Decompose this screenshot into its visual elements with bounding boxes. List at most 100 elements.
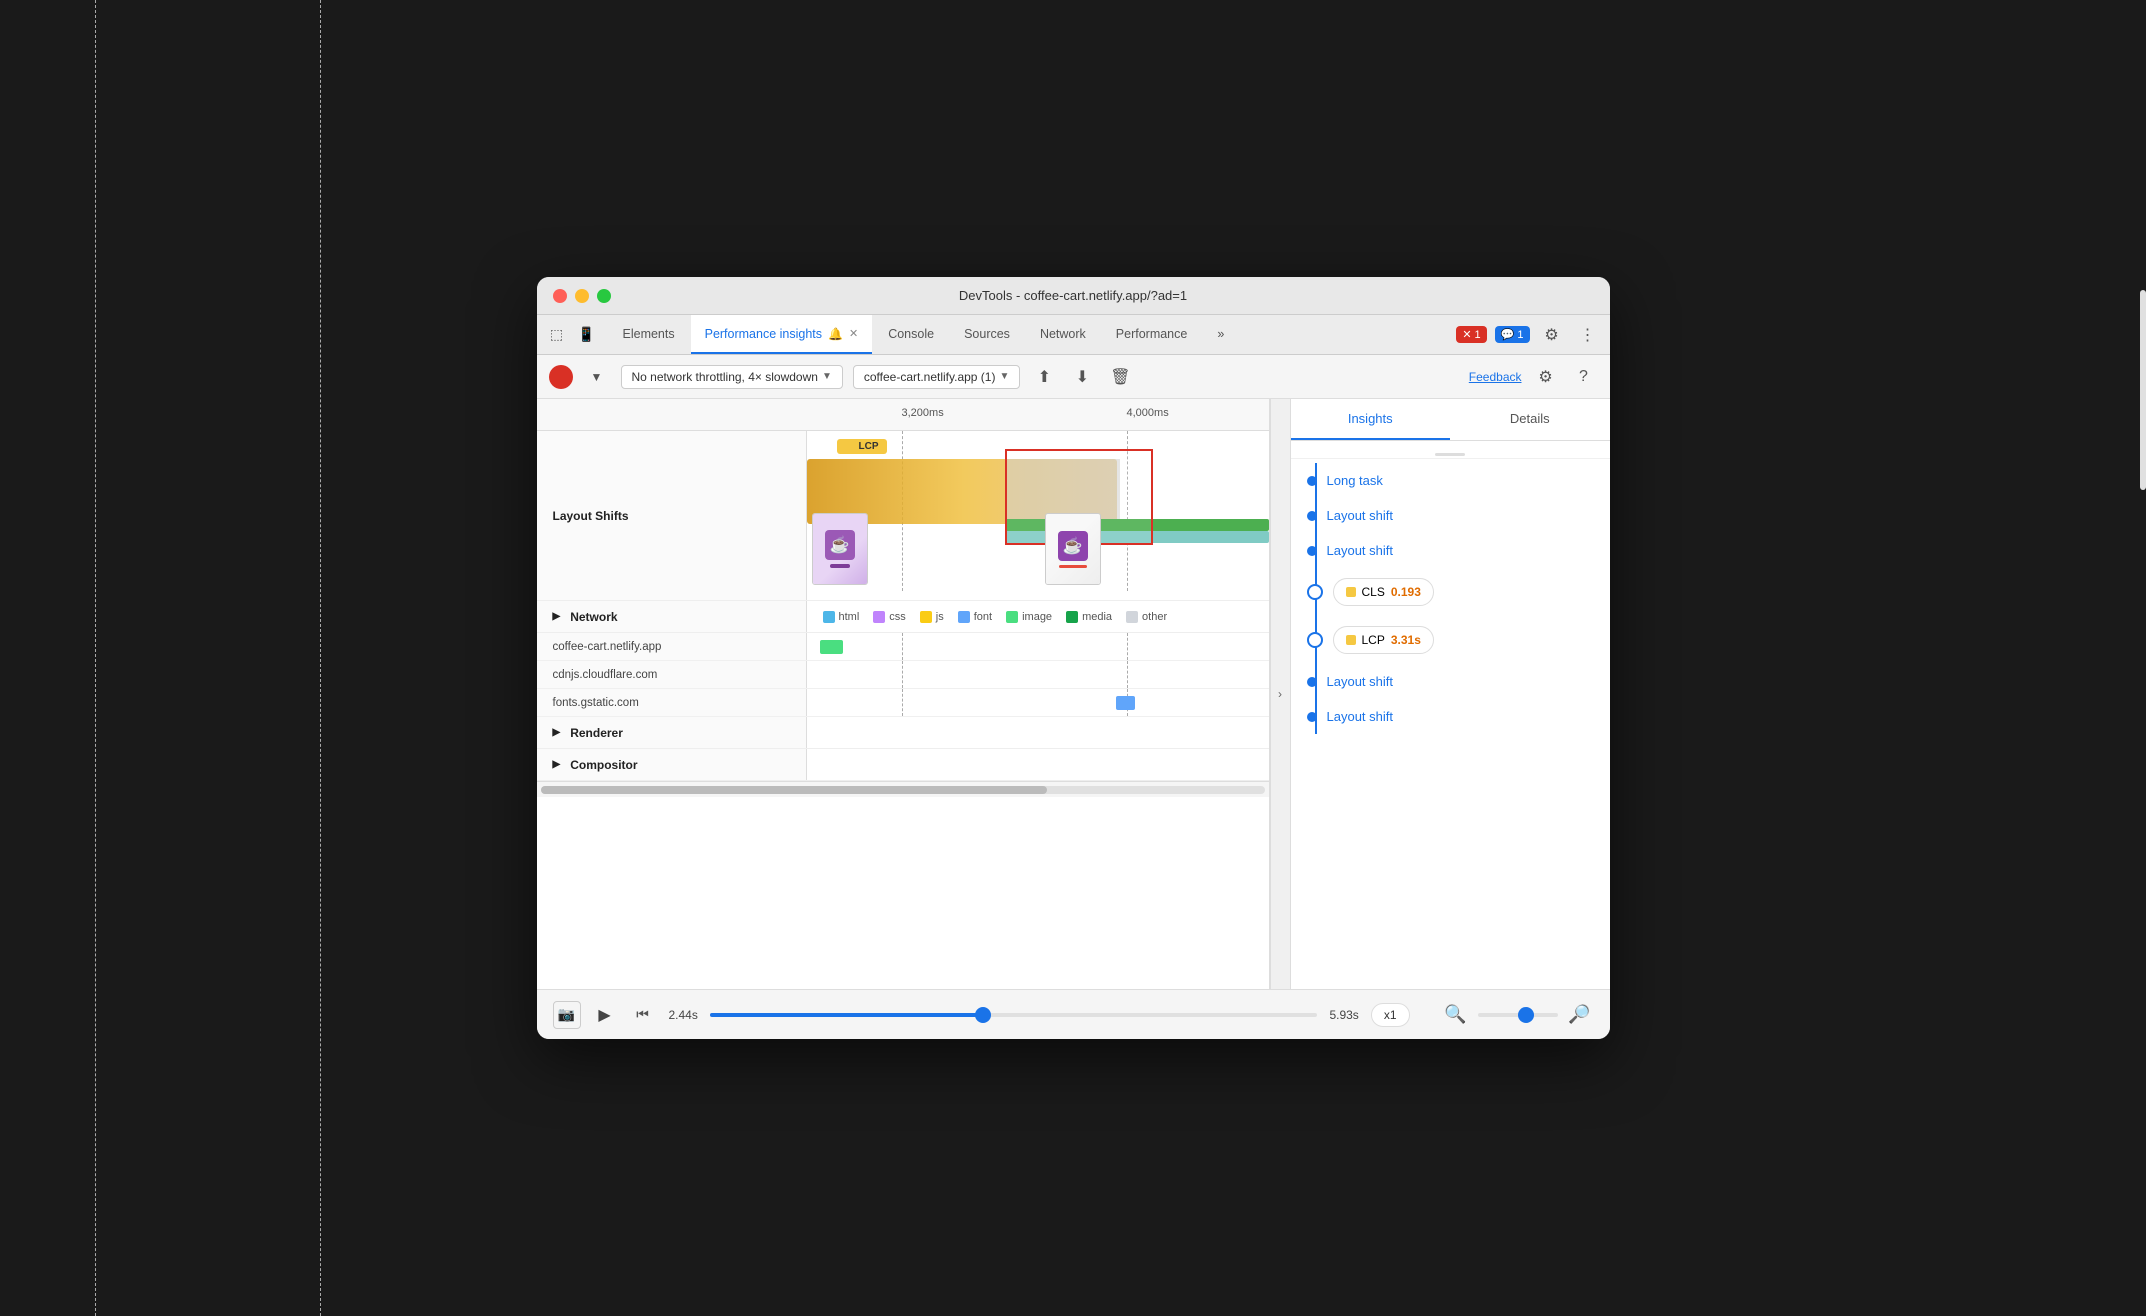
main-content: 3,200ms 4,000ms 4,800ms Layout Shifts bbox=[537, 399, 1610, 989]
devtools-nav-icons: ⬚ 📱 bbox=[545, 315, 599, 354]
network-legend: html css js font bbox=[807, 601, 1184, 633]
settings-icon[interactable]: ⚙ bbox=[1538, 321, 1566, 349]
url-dropdown-arrow: ▼ bbox=[999, 371, 1009, 382]
tab-insights[interactable]: Insights bbox=[1291, 399, 1451, 440]
toolbar: ▼ No network throttling, 4× slowdown ▼ c… bbox=[537, 355, 1610, 399]
compositor-expand-icon: ▶ bbox=[553, 759, 561, 770]
horizontal-scrollbar[interactable] bbox=[537, 781, 1269, 797]
insight-long-task: Long task bbox=[1291, 463, 1610, 498]
compositor-label[interactable]: ▶ Compositor bbox=[537, 749, 807, 780]
cursor-icon[interactable]: ⬚ bbox=[545, 323, 569, 347]
insight-layout-shift-2: Layout shift bbox=[1291, 533, 1610, 568]
panel-toggle-button[interactable]: › bbox=[1270, 399, 1290, 989]
vline-net1 bbox=[902, 633, 903, 660]
feedback-link[interactable]: Feedback bbox=[1469, 370, 1522, 384]
legend-media: media bbox=[1066, 611, 1112, 623]
play-button[interactable]: ▶ bbox=[593, 1003, 617, 1027]
upload-icon[interactable]: ⬆ bbox=[1030, 363, 1058, 391]
error-badge[interactable]: ✕ 1 bbox=[1456, 326, 1486, 343]
legend-font: font bbox=[958, 611, 992, 623]
insight-cls-badge: CLS 0.193 bbox=[1291, 568, 1610, 616]
layout-shift-link-1[interactable]: Layout shift bbox=[1327, 508, 1394, 523]
network-row-label-2: fonts.gstatic.com bbox=[537, 689, 807, 716]
legend-html: html bbox=[823, 611, 860, 623]
tab-close-icon[interactable]: ✕ bbox=[849, 327, 858, 340]
zoom-out-icon[interactable]: 🔍 bbox=[1442, 1001, 1470, 1029]
tab-console[interactable]: Console bbox=[874, 315, 948, 354]
delete-icon[interactable]: 🗑 bbox=[1106, 363, 1134, 391]
minimize-button[interactable] bbox=[575, 289, 589, 303]
settings-icon-2[interactable]: ⚙ bbox=[1532, 363, 1560, 391]
network-label[interactable]: ▶ Network bbox=[537, 601, 807, 632]
layout-shift-link-3[interactable]: Layout shift bbox=[1327, 674, 1394, 689]
insight-layout-shift-1: Layout shift bbox=[1291, 498, 1610, 533]
scrubber-thumb[interactable] bbox=[975, 1007, 991, 1023]
device-icon[interactable]: 📱 bbox=[575, 323, 599, 347]
net-bar-0 bbox=[820, 640, 843, 654]
tab-bar: ⬚ 📱 Elements Performance insights 🔔 ✕ Co… bbox=[537, 315, 1610, 355]
tab-performance-insights[interactable]: Performance insights 🔔 ✕ bbox=[691, 315, 873, 354]
scrubber-track[interactable] bbox=[710, 1013, 1318, 1017]
renderer-label[interactable]: ▶ Renderer bbox=[537, 717, 807, 748]
tab-more[interactable]: » bbox=[1203, 315, 1238, 354]
timeline-dot-cls bbox=[1307, 584, 1323, 600]
legend-js-color bbox=[920, 611, 932, 623]
time-mark-2: 4,000ms bbox=[1127, 407, 1169, 419]
lcp-color-indicator bbox=[845, 442, 855, 452]
vline-net2 bbox=[1127, 633, 1128, 660]
thumb1-icon: ☕ bbox=[825, 530, 855, 560]
tab-details[interactable]: Details bbox=[1450, 399, 1610, 440]
insights-timeline: Long task Layout shift Layout shift bbox=[1291, 463, 1610, 734]
scrubber-fill bbox=[710, 1013, 983, 1017]
help-icon[interactable]: ? bbox=[1570, 363, 1598, 391]
layout-shifts-label: Layout Shifts bbox=[537, 431, 807, 600]
lcp-color-indicator bbox=[1346, 635, 1356, 645]
dropdown-arrow-icon[interactable]: ▼ bbox=[583, 363, 611, 391]
legend-other: other bbox=[1126, 611, 1167, 623]
legend-css-color bbox=[873, 611, 885, 623]
layout-shift-link-4[interactable]: Layout shift bbox=[1327, 709, 1394, 724]
tab-elements[interactable]: Elements bbox=[609, 315, 689, 354]
legend-image: image bbox=[1006, 611, 1052, 623]
compositor-section: ▶ Compositor bbox=[537, 749, 1269, 781]
tab-network[interactable]: Network bbox=[1026, 315, 1100, 354]
network-row-content-1 bbox=[807, 661, 1269, 688]
zoom-in-icon[interactable]: 🔎 bbox=[1566, 1001, 1594, 1029]
network-section-header: ▶ Network html css js bbox=[537, 601, 1269, 633]
zoom-slider-track[interactable] bbox=[1478, 1013, 1558, 1017]
network-row-content-0 bbox=[807, 633, 1269, 660]
download-icon[interactable]: ⬇ bbox=[1068, 363, 1096, 391]
speed-badge[interactable]: x1 bbox=[1371, 1003, 1410, 1027]
network-row-2: fonts.gstatic.com bbox=[537, 689, 1269, 717]
maximize-button[interactable] bbox=[597, 289, 611, 303]
more-options-icon[interactable]: ⋮ bbox=[1574, 321, 1602, 349]
zoom-slider-thumb[interactable] bbox=[1518, 1007, 1534, 1023]
close-button[interactable] bbox=[553, 289, 567, 303]
network-row-1: cdnjs.cloudflare.com bbox=[537, 661, 1269, 689]
lcp-value: 3.31s bbox=[1391, 633, 1421, 647]
zoom-controls: 🔍 🔎 bbox=[1442, 1001, 1594, 1029]
url-dropdown[interactable]: coffee-cart.netlify.app (1) ▼ bbox=[853, 365, 1021, 389]
message-badge[interactable]: 💬 1 bbox=[1495, 326, 1530, 343]
time-ruler: 3,200ms 4,000ms 4,800ms bbox=[537, 399, 1269, 431]
screenshot-icon[interactable]: 📷 bbox=[553, 1001, 581, 1029]
lcp-badge: LCP 3.31s bbox=[1333, 626, 1434, 654]
insight-layout-shift-3: Layout shift bbox=[1291, 664, 1610, 699]
skip-to-start-icon[interactable]: ⏮ bbox=[629, 1001, 657, 1029]
vline-net5 bbox=[902, 689, 903, 716]
timeline-dot-2 bbox=[1307, 511, 1317, 521]
record-button[interactable] bbox=[549, 365, 573, 389]
legend-html-color bbox=[823, 611, 835, 623]
timeline-dot-4 bbox=[1307, 677, 1317, 687]
toolbar-right: Feedback ⚙ ? bbox=[1469, 363, 1598, 391]
layout-shift-link-2[interactable]: Layout shift bbox=[1327, 543, 1394, 558]
layout-shifts-section: Layout Shifts LCP bbox=[537, 431, 1269, 601]
scrollbar-thumb[interactable] bbox=[541, 786, 1048, 794]
legend-js: js bbox=[920, 611, 944, 623]
time-mark-1: 3,200ms bbox=[902, 407, 944, 419]
throttle-dropdown[interactable]: No network throttling, 4× slowdown ▼ bbox=[621, 365, 843, 389]
long-task-link[interactable]: Long task bbox=[1327, 473, 1383, 488]
tab-performance[interactable]: Performance bbox=[1102, 315, 1202, 354]
timeline-dot-5 bbox=[1307, 712, 1317, 722]
tab-sources[interactable]: Sources bbox=[950, 315, 1024, 354]
